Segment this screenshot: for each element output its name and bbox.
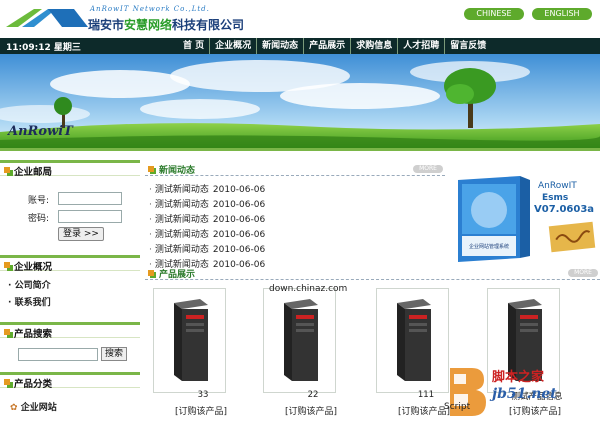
- category-link-enterprise-site[interactable]: ✿ 企业网站: [10, 400, 57, 413]
- ad-product: Esms: [542, 193, 568, 203]
- search-section-title: 产品搜索: [14, 329, 53, 340]
- password-label: 密码:: [28, 214, 50, 224]
- product-search-button[interactable]: 搜索: [101, 347, 127, 361]
- script-watermark-text: Script: [444, 402, 471, 412]
- section-bullet-icon: [4, 262, 10, 268]
- chinaz-watermark: down.chinaz.com: [269, 284, 348, 294]
- english-language-button[interactable]: ENGLISH: [532, 8, 592, 20]
- news-item[interactable]: · 测试新闻动态 2010-06-06: [149, 182, 265, 197]
- category-section-title: 产品分类: [14, 379, 53, 390]
- jb51-watermark-en: jb51.net: [492, 386, 557, 402]
- banner-logo-text: AnRowiT: [6, 124, 74, 139]
- left-sidebar: 企业邮局 账号: 密码: 登录 >> 企业概况 · 公司简介 · 联系我们 产品…: [0, 160, 140, 421]
- product-name[interactable]: 33: [153, 390, 253, 400]
- jb51-watermark-cn: 脚本之家: [492, 370, 545, 385]
- chinese-language-button[interactable]: CHINESE: [464, 8, 524, 20]
- news-list: · 测试新闻动态 2010-06-06 · 测试新闻动态 2010-06-06 · 测试新…: [149, 182, 265, 272]
- sidebar-link-contact[interactable]: · 联系我们: [8, 295, 51, 308]
- nav-item-profile[interactable]: 企业概况: [209, 38, 256, 54]
- order-product-link[interactable]: [订购该产品]: [175, 404, 227, 417]
- server-tower-icon: [397, 299, 431, 381]
- password-input[interactable]: [58, 210, 122, 223]
- account-input[interactable]: [58, 192, 122, 205]
- logo-mark-icon: [6, 9, 88, 27]
- product-card[interactable]: [263, 288, 336, 393]
- profile-section-header: 企业概况: [0, 255, 140, 273]
- nav-item-feedback[interactable]: 留言反馈: [444, 38, 491, 54]
- search-section-header: 产品搜索: [0, 322, 140, 340]
- section-bullet-icon: [148, 270, 154, 276]
- category-section-header: 产品分类: [0, 372, 140, 390]
- news-item[interactable]: · 测试新闻动态 2010-06-06: [149, 242, 265, 257]
- server-tower-icon: [174, 299, 208, 381]
- products-more-button[interactable]: MORE: [568, 269, 598, 277]
- main-navbar: 11:09:12 星期三 首 页 企业概况 新闻动态 产品展示 求购信息 人才招…: [0, 38, 600, 54]
- section-bullet-icon: [4, 329, 10, 335]
- logo-english-name: AnRowIT Network Co.,Ltd.: [90, 5, 210, 13]
- nav-item-products[interactable]: 产品展示: [303, 38, 350, 54]
- logo-chinese-name: 瑞安市安慧网络科技有限公司: [88, 18, 245, 32]
- news-section-header: 新闻动态 MORE: [145, 162, 445, 176]
- news-section-title: 新闻动态: [159, 166, 196, 176]
- section-bullet-icon: [4, 167, 10, 173]
- main-nav: 首 页 企业概况 新闻动态 产品展示 求购信息 人才招聘 留言反馈: [178, 38, 491, 54]
- nav-item-jobs[interactable]: 人才招聘: [397, 38, 444, 54]
- hero-banner: AnRowiT: [0, 54, 600, 148]
- ad-stamp-icon: [548, 221, 596, 253]
- products-section-header: 产品展示 MORE: [145, 266, 600, 280]
- order-product-link[interactable]: [订购该产品]: [285, 404, 337, 417]
- ad-brand: AnRowIT: [538, 181, 577, 191]
- server-tower-icon: [284, 299, 318, 381]
- banner-landscape-image: AnRowiT: [0, 54, 600, 148]
- product-card[interactable]: [153, 288, 226, 393]
- section-bullet-icon: [4, 379, 10, 385]
- products-section-title: 产品展示: [159, 270, 196, 280]
- product-card[interactable]: [376, 288, 449, 393]
- sidebar-link-about[interactable]: · 公司简介: [8, 278, 51, 291]
- product-search-input[interactable]: [18, 348, 98, 361]
- site-logo[interactable]: AnRowIT Network Co.,Ltd. 瑞安市安慧网络科技有限公司: [4, 3, 244, 33]
- ad-version: V07.0603a: [534, 204, 594, 215]
- news-item[interactable]: · 测试新闻动态 2010-06-06: [149, 227, 265, 242]
- mail-section-title: 企业邮局: [14, 167, 53, 178]
- site-header: AnRowIT Network Co.,Ltd. 瑞安市安慧网络科技有限公司 C…: [0, 0, 600, 36]
- profile-section-title: 企业概况: [14, 262, 53, 273]
- login-button[interactable]: 登录 >>: [58, 227, 104, 241]
- account-label: 账号:: [28, 196, 50, 206]
- section-bullet-icon: [148, 166, 154, 172]
- news-more-button[interactable]: MORE: [413, 165, 443, 173]
- news-item[interactable]: · 测试新闻动态 2010-06-06: [149, 212, 265, 227]
- clock-display: 11:09:12 星期三: [6, 43, 81, 53]
- ad-box-text: 企业网站管理系统: [469, 243, 509, 250]
- mail-section-header: 企业邮局: [0, 160, 140, 178]
- nav-item-purchase[interactable]: 求购信息: [350, 38, 397, 54]
- esms-software-ad[interactable]: 企业网站管理系统 AnRowIT Esms V07.0603a: [450, 170, 598, 265]
- product-name[interactable]: 22: [263, 390, 363, 400]
- nav-item-home[interactable]: 首 页: [178, 38, 209, 54]
- news-item[interactable]: · 测试新闻动态 2010-06-06: [149, 197, 265, 212]
- flower-bullet-icon: ✿: [10, 403, 18, 413]
- banner-divider: [0, 148, 600, 151]
- nav-item-news[interactable]: 新闻动态: [256, 38, 303, 54]
